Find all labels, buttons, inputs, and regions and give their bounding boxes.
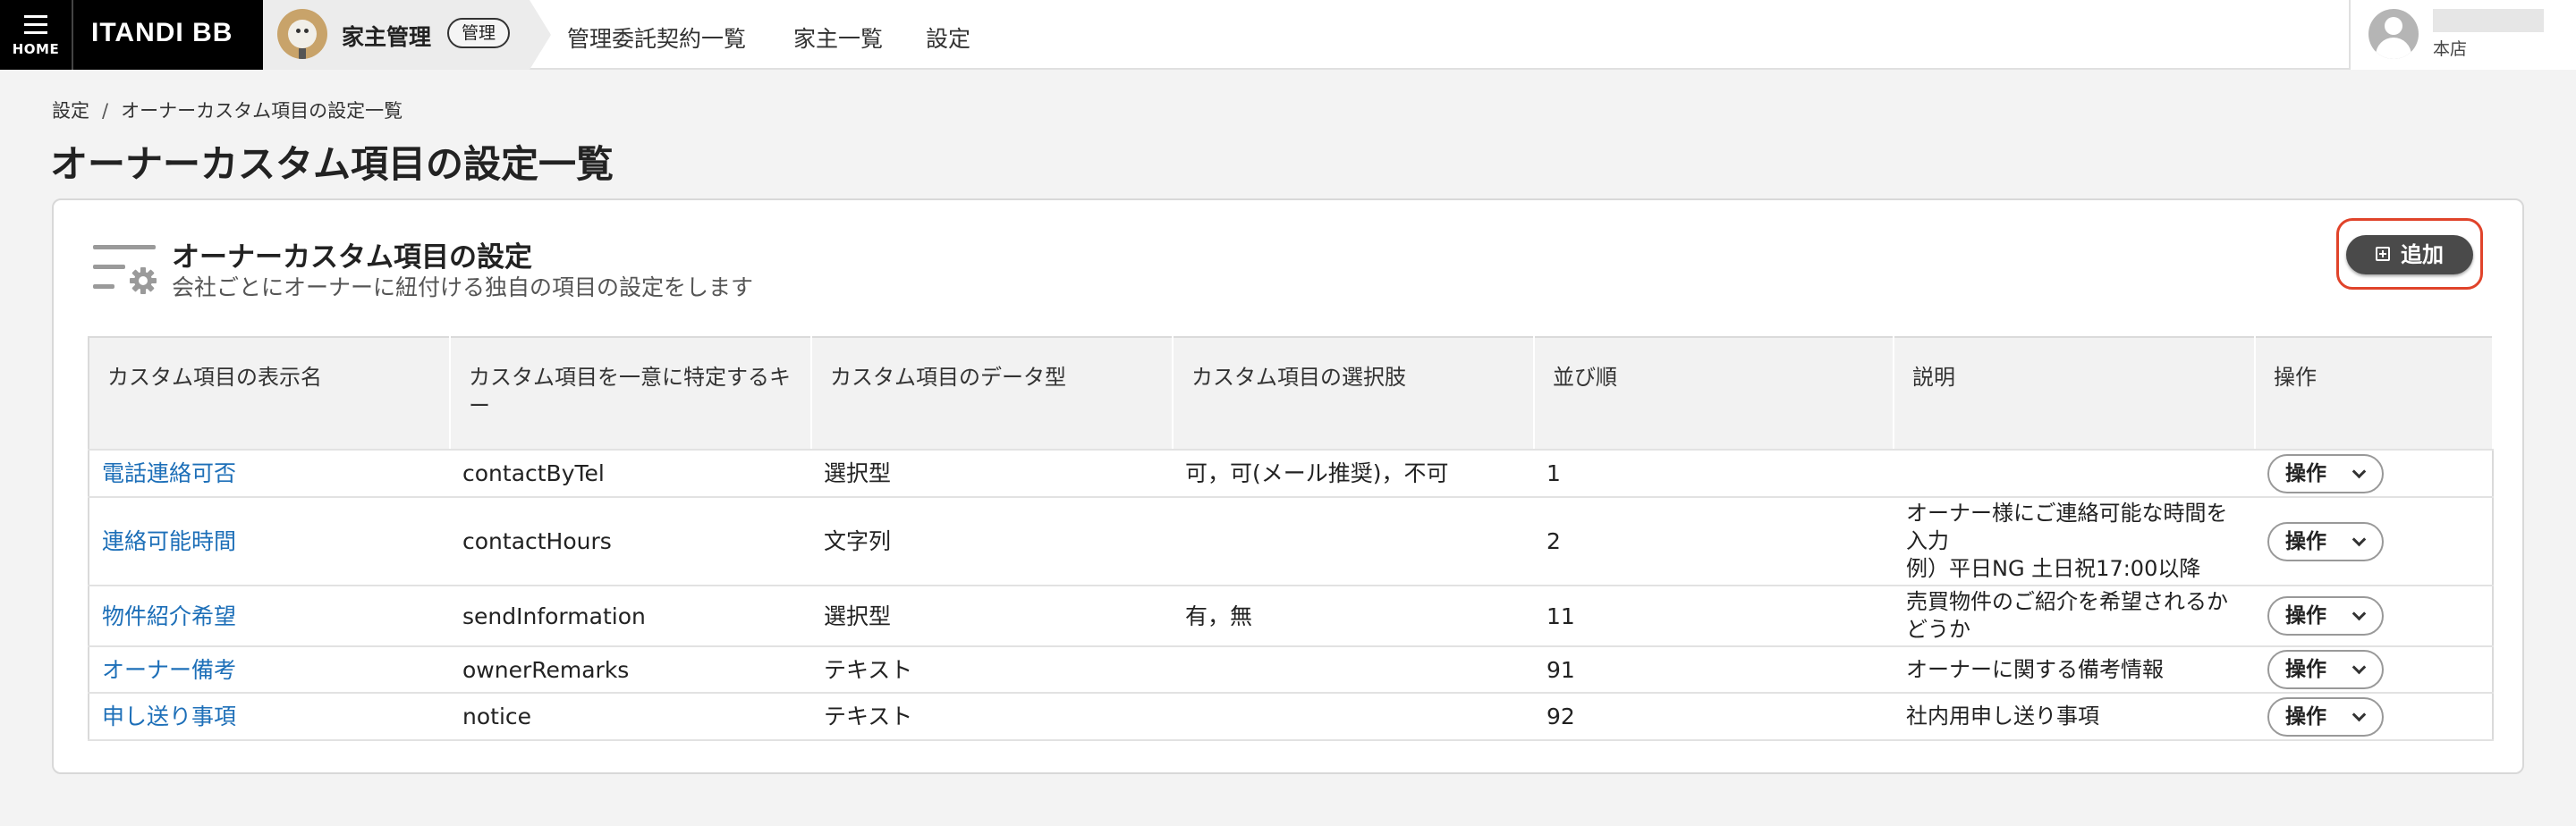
table-row: 連絡可能時間 contactHours 文字列 2 オーナー様にご連絡可能な時間… [89, 497, 2493, 586]
table-row: 物件紹介希望 sendInformation 選択型 有，無 11 売買物件のご… [89, 586, 2493, 647]
add-button[interactable]: 追加 [2346, 235, 2473, 274]
row-action-dropdown[interactable]: 操作 [2267, 696, 2384, 737]
field-options [1173, 497, 1534, 586]
user-menu[interactable]: 本店 [2349, 0, 2576, 70]
breadcrumb-separator: / [102, 100, 109, 122]
nav-settings[interactable]: 設定 [926, 21, 970, 54]
add-button-highlight: 追加 [2336, 218, 2483, 290]
custom-fields-table: カスタム項目の表示名 カスタム項目を一意に特定するキー カスタム項目のデータ型 … [88, 336, 2494, 741]
field-order: 92 [1534, 693, 1894, 741]
field-description: 社内用申し送り事項 [1894, 693, 2255, 741]
row-action-label: 操作 [2285, 704, 2326, 729]
header-data-type: カスタム項目のデータ型 [811, 337, 1174, 451]
field-type: テキスト [811, 646, 1173, 694]
settings-card: オーナーカスタム項目の設定 会社ごとにオーナーに紐付ける独自の項目の設定をします… [52, 198, 2524, 774]
plus-square-icon [2376, 247, 2390, 261]
field-name-link[interactable]: オーナー備考 [89, 646, 450, 694]
chevron-down-icon [2351, 532, 2367, 546]
field-name-link[interactable]: 電話連絡可否 [89, 450, 450, 498]
header-key: カスタム項目を一意に特定するキー [450, 337, 812, 451]
table-row: 申し送り事項 notice テキスト 92 社内用申し送り事項 操作 [89, 693, 2493, 741]
field-order: 1 [1534, 450, 1894, 498]
field-name-link[interactable]: 申し送り事項 [89, 693, 450, 741]
row-action-dropdown[interactable]: 操作 [2267, 521, 2384, 561]
user-branch: 本店 [2433, 39, 2468, 59]
breadcrumb-root[interactable]: 設定 [52, 100, 89, 122]
field-type: テキスト [811, 693, 1173, 741]
field-key: ownerRemarks [450, 646, 811, 694]
header-actions: 操作 [2255, 337, 2494, 451]
chevron-down-icon [2351, 660, 2367, 675]
table-row: オーナー備考 ownerRemarks テキスト 91 オーナーに関する備考情報… [89, 646, 2493, 694]
row-action-label: 操作 [2285, 604, 2326, 628]
app-name: 家主管理 [342, 24, 432, 50]
row-action-label: 操作 [2285, 461, 2326, 485]
row-action-dropdown[interactable]: 操作 [2267, 596, 2384, 636]
home-label: HOME [12, 41, 60, 57]
field-name-link[interactable]: 連絡可能時間 [89, 497, 450, 586]
chevron-down-icon [2351, 464, 2367, 478]
row-action-label: 操作 [2285, 529, 2326, 553]
field-key: contactByTel [450, 450, 811, 498]
field-order: 91 [1534, 646, 1894, 694]
field-order: 11 [1534, 586, 1894, 647]
logo-text: ITANDI BB [91, 18, 233, 47]
field-options [1173, 693, 1534, 741]
row-action-label: 操作 [2285, 658, 2326, 681]
nav-owners[interactable]: 家主一覧 [793, 21, 883, 54]
itandi-logo[interactable]: ITANDI BB [72, 0, 263, 70]
table-header-row: カスタム項目の表示名 カスタム項目を一意に特定するキー カスタム項目のデータ型 … [89, 337, 2494, 451]
app-switcher[interactable]: 家主管理 管理 [263, 0, 551, 70]
field-options [1173, 646, 1534, 694]
home-button[interactable]: HOME [0, 0, 72, 70]
row-action-dropdown[interactable]: 操作 [2267, 453, 2384, 493]
field-key: notice [450, 693, 811, 741]
header-order: 並び順 [1534, 337, 1894, 451]
field-name-link[interactable]: 物件紹介希望 [89, 586, 450, 647]
header-options: カスタム項目の選択肢 [1173, 337, 1535, 451]
chevron-down-icon [2351, 707, 2367, 721]
settings-list-icon [93, 245, 157, 294]
user-avatar-icon [2368, 9, 2419, 59]
user-name-placeholder [2433, 9, 2544, 32]
role-badge: 管理 [447, 18, 511, 48]
field-description: オーナー様にご連絡可能な時間を入力 例）平日NG 土日祝17:00以降 [1894, 497, 2255, 586]
breadcrumb: 設定 / オーナーカスタム項目の設定一覧 [52, 97, 402, 123]
field-description: 売買物件のご紹介を希望されるかどうか [1894, 586, 2255, 647]
field-description: オーナーに関する備考情報 [1894, 646, 2255, 694]
add-button-label: 追加 [2401, 242, 2444, 267]
field-description [1894, 450, 2255, 498]
lion-avatar-icon [277, 9, 327, 59]
nav-contracts[interactable]: 管理委託契約一覧 [567, 21, 746, 54]
card-subtitle: 会社ごとにオーナーに紐付ける独自の項目の設定をします [172, 274, 754, 300]
top-header: HOME ITANDI BB 家主管理 管理 管理委託契約一覧 家主一覧 設定 … [0, 0, 2576, 70]
page-title: オーナーカスタム項目の設定一覧 [50, 142, 614, 186]
field-key: sendInformation [450, 586, 811, 647]
breadcrumb-current: オーナーカスタム項目の設定一覧 [121, 100, 403, 122]
field-key: contactHours [450, 497, 811, 586]
row-action-dropdown[interactable]: 操作 [2267, 650, 2384, 689]
field-options: 可，可(メール推奨)，不可 [1173, 450, 1534, 498]
header-description: 説明 [1894, 337, 2256, 451]
field-type: 選択型 [811, 586, 1173, 647]
chevron-down-icon [2351, 606, 2367, 621]
table-row: 電話連絡可否 contactByTel 選択型 可，可(メール推奨)，不可 1 … [89, 450, 2493, 498]
field-order: 2 [1534, 497, 1894, 586]
field-type: 文字列 [811, 497, 1173, 586]
field-options: 有，無 [1173, 586, 1534, 647]
header-display-name: カスタム項目の表示名 [89, 337, 451, 451]
card-title: オーナーカスタム項目の設定 [172, 241, 532, 274]
field-type: 選択型 [811, 450, 1173, 498]
menu-icon [24, 15, 47, 39]
